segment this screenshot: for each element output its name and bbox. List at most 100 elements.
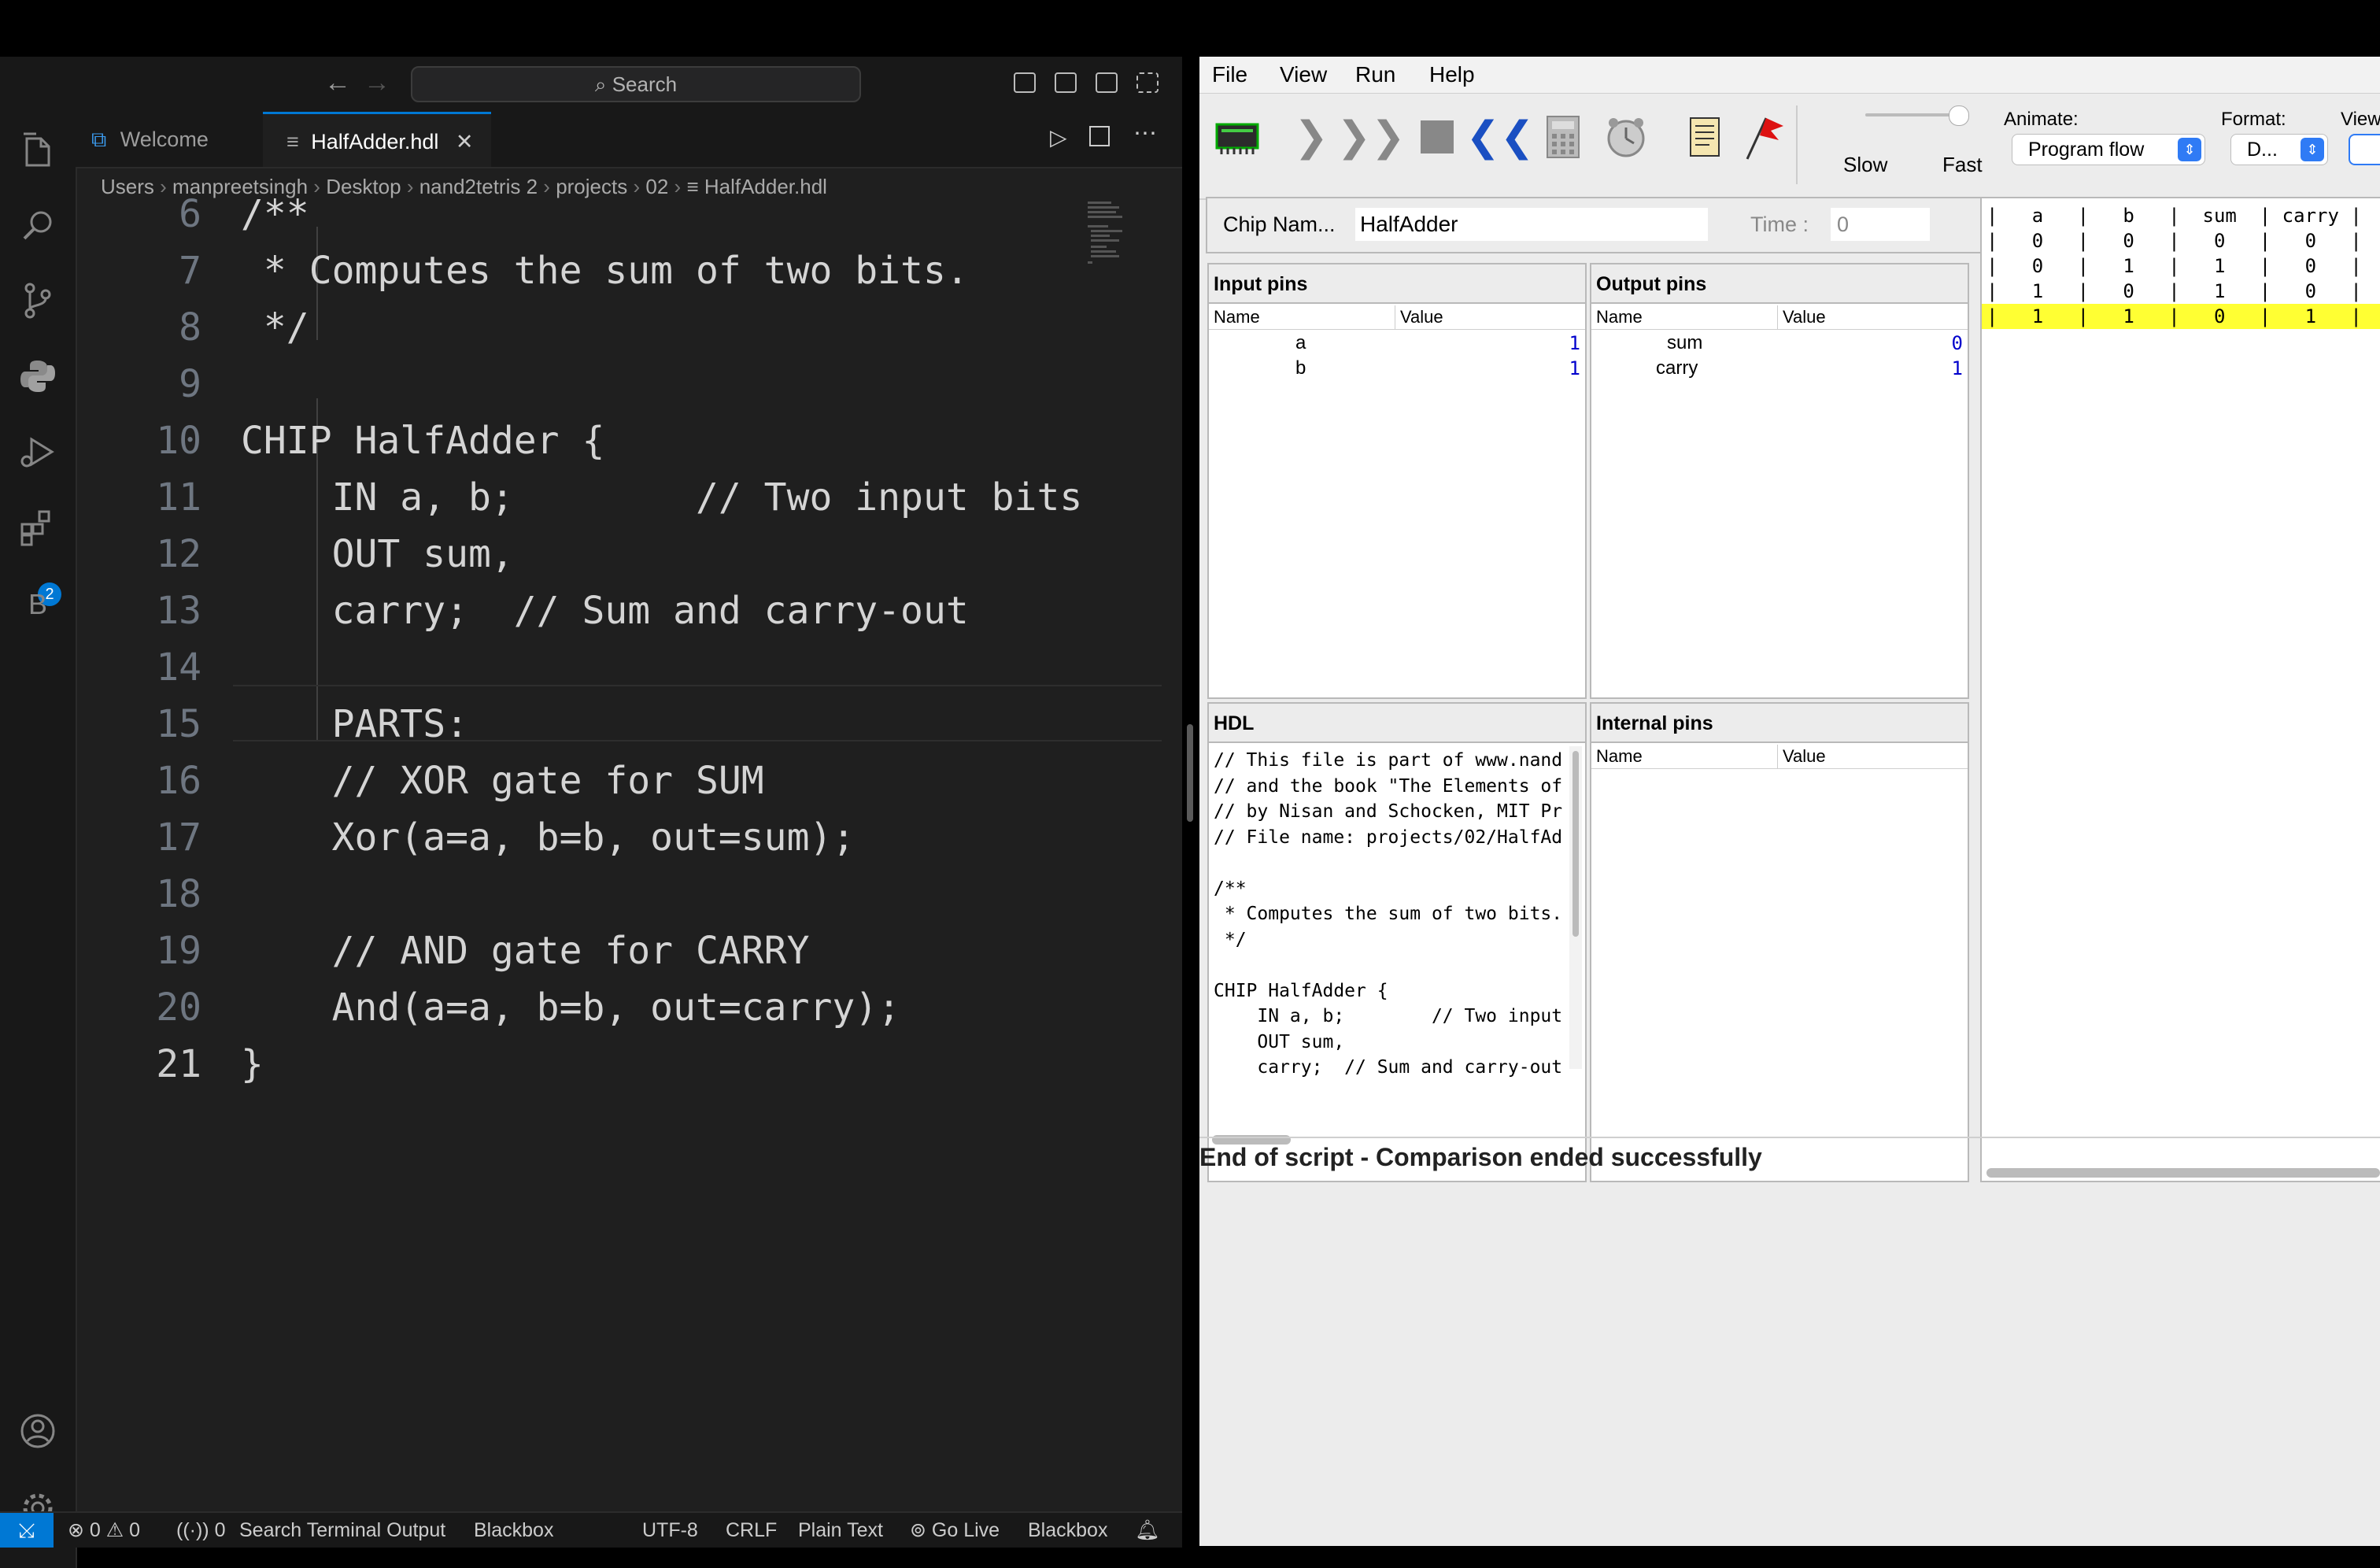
menu-run[interactable]: Run — [1355, 57, 1395, 93]
pin-value: 0 — [1951, 332, 1963, 354]
format-label: Format: — [2221, 109, 2286, 130]
hdl-vscrollbar[interactable] — [1569, 746, 1582, 1069]
pin-name: sum — [1667, 332, 1703, 353]
breadcrumb-item[interactable]: Desktop — [326, 175, 401, 198]
warning-count: 0 — [129, 1519, 141, 1541]
problems-indicator[interactable]: ⊗ 0 ⚠ 0 — [68, 1513, 140, 1548]
ports-indicator[interactable]: ((·)) 0 — [176, 1513, 226, 1548]
breakpoint-flag-icon[interactable] — [1739, 112, 1790, 162]
explorer-icon[interactable] — [17, 129, 58, 170]
remote-indicator-icon[interactable]: ⤩ — [0, 1513, 54, 1548]
hdl-line: IN a, b; // Two input — [1214, 1006, 1563, 1026]
code-text: // XOR gate for SUM — [241, 759, 764, 803]
hdl-line — [1214, 952, 1568, 978]
broadcast-icon: ((·)) — [176, 1519, 209, 1541]
extensions-icon[interactable] — [17, 507, 58, 548]
tab-halfadder[interactable]: ≡ HalfAdder.hdl ✕ — [263, 112, 491, 167]
code-text: IN a, b; // Two input bits — [241, 475, 1083, 520]
hdl-line: // This file is part of www.nand — [1214, 750, 1563, 771]
back-arrow-icon[interactable]: ← — [324, 68, 351, 98]
blackbox-icon[interactable]: B — [17, 584, 58, 625]
run-file-icon[interactable]: ▷ — [1050, 124, 1067, 150]
time-value: 0 — [1837, 213, 1850, 236]
minimap[interactable] — [1088, 202, 1152, 264]
breadcrumb-item[interactable]: nand2tetris 2 — [419, 175, 538, 198]
toolbar-separator — [1796, 105, 1798, 184]
tab-halfadder-label: HalfAdder.hdl — [311, 130, 439, 153]
go-live-button[interactable]: ⊚ Go Live — [910, 1513, 1000, 1548]
toggle-secondary-sidebar-icon[interactable] — [1096, 72, 1118, 93]
single-step-icon[interactable]: ❯ — [1286, 112, 1336, 162]
speed-slow-label: Slow — [1843, 153, 1888, 176]
customize-layout-icon[interactable] — [1136, 72, 1159, 93]
hdl-line: carry; // Sum and carry-out — [1214, 1057, 1563, 1078]
close-tab-icon[interactable]: ✕ — [456, 130, 474, 153]
code-text: CHIP HalfAdder { — [241, 419, 605, 463]
notifications-bell-icon[interactable]: 🔔︎ — [1135, 1513, 1160, 1548]
menu-view[interactable]: View — [1280, 57, 1327, 93]
script-icon[interactable] — [1680, 112, 1730, 162]
blackbox-status-right[interactable]: Blackbox — [1028, 1513, 1107, 1548]
search-sidebar-icon[interactable] — [17, 205, 58, 246]
load-chip-icon[interactable] — [1212, 112, 1262, 162]
code-editor[interactable]: 6 /** 7 * Computes the sum of two bits. 8 *… — [76, 192, 1182, 1513]
breadcrumb-item[interactable]: HalfAdder.hdl — [704, 175, 827, 198]
time-field[interactable]: 0 — [1831, 208, 1930, 241]
run-icon[interactable]: ❯❯ — [1336, 112, 1405, 162]
menu-file[interactable]: File — [1212, 57, 1247, 93]
language-mode-selector[interactable]: Plain Text — [798, 1513, 883, 1548]
line-number: 8 — [179, 305, 201, 349]
chip-name-field[interactable]: HalfAdder — [1355, 208, 1708, 241]
breadcrumb-item[interactable]: projects — [556, 175, 627, 198]
menu-help[interactable]: Help — [1429, 57, 1475, 93]
input-pin-row[interactable]: a1 — [1209, 331, 1585, 356]
command-center-search[interactable]: ⌕ Search — [411, 66, 861, 102]
chip-name-bar: Chip Nam... HalfAdder Time : 0 — [1206, 197, 1986, 253]
toolbar: ❯ ❯❯ ❮❮ Slow Fast Animate: Program flow … — [1199, 94, 2380, 200]
format-select[interactable]: D... ⇕ — [2230, 134, 2328, 165]
hdl-vscroll-thumb[interactable] — [1572, 751, 1579, 937]
reset-icon[interactable]: ❮❮ — [1465, 112, 1534, 162]
pin-value[interactable]: 1 — [1569, 356, 1580, 381]
hdl-source[interactable]: // This file is part of www.nand // and t… — [1214, 748, 1568, 1102]
hdl-title: HDL — [1209, 704, 1585, 743]
compare-row: | 1 | 0 | 1 | 0 | — [1986, 280, 2362, 302]
eol-selector[interactable]: CRLF — [726, 1513, 777, 1548]
toggle-panel-icon[interactable] — [1055, 72, 1077, 93]
forward-arrow-icon[interactable]: → — [364, 68, 390, 98]
hdl-panel: HDL // This file is part of www.nand // a… — [1207, 702, 1587, 1182]
editor-scrollbar-thumb[interactable] — [1187, 724, 1193, 822]
toggle-primary-sidebar-icon[interactable] — [1014, 72, 1036, 93]
source-control-icon[interactable] — [17, 280, 58, 321]
code-text: carry; // Sum and carry-out — [241, 589, 969, 633]
pin-value[interactable]: 1 — [1569, 331, 1580, 356]
line-number: 18 — [156, 872, 201, 916]
eval-calculator-icon[interactable] — [1538, 112, 1588, 162]
code-text: PARTS: — [241, 702, 468, 746]
broadcast-icon: ⊚ — [910, 1519, 926, 1541]
compare-hscroll-thumb[interactable] — [1986, 1168, 2380, 1178]
split-editor-icon[interactable] — [1089, 126, 1110, 146]
clock-icon[interactable] — [1601, 112, 1651, 162]
stop-icon[interactable] — [1412, 112, 1462, 162]
python-icon[interactable] — [17, 356, 58, 397]
status-bar: ⤩ ⊗ 0 ⚠ 0 ((·)) 0 Search Terminal Output… — [0, 1511, 1182, 1548]
view-select[interactable] — [2349, 134, 2380, 165]
search-terminal-output[interactable]: Search Terminal Output — [239, 1513, 445, 1548]
blackbox-status-left[interactable]: Blackbox — [474, 1513, 553, 1548]
account-icon[interactable] — [17, 1411, 58, 1452]
more-actions-icon[interactable]: ⋯ — [1133, 120, 1157, 147]
hdl-line: */ — [1214, 929, 1247, 950]
hdl-line: // File name: projects/02/HalfAd — [1214, 827, 1563, 848]
code-text: // AND gate for CARRY — [241, 929, 810, 973]
breadcrumb-item[interactable]: 02 — [645, 175, 668, 198]
search-icon: ⌕ — [594, 72, 612, 96]
run-debug-icon[interactable] — [17, 431, 58, 472]
encoding-selector[interactable]: UTF-8 — [642, 1513, 698, 1548]
tab-welcome[interactable]: ⧉ Welcome — [76, 112, 263, 167]
vscode-window: ← → ⌕ Search 2 B ⧉ Welcome ≡ HalfAdder.h… — [0, 57, 1182, 1568]
internal-pins-title: Internal pins — [1591, 704, 1968, 743]
speed-slider-thumb[interactable] — [1949, 105, 1969, 126]
animate-select[interactable]: Program flow ⇕ — [2012, 134, 2205, 165]
input-pin-row[interactable]: b1 — [1209, 356, 1585, 381]
